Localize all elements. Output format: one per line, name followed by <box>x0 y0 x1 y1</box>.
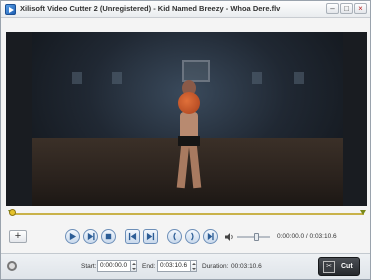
maximize-button[interactable]: □ <box>340 3 353 14</box>
cut-button-label: Cut <box>341 263 353 270</box>
start-label: Start: <box>81 263 97 270</box>
skip-icon <box>207 232 214 241</box>
cut-button[interactable]: ✂ Cut <box>318 257 360 276</box>
window-title: Xilisoft Video Cutter 2 (Unregistered) -… <box>20 4 281 13</box>
app-window: Xilisoft Video Cutter 2 (Unregistered) -… <box>0 0 371 280</box>
duration-label: Duration: <box>202 263 229 270</box>
volume-slider-thumb[interactable] <box>254 233 260 241</box>
next-frame-icon <box>146 232 155 241</box>
background-light <box>252 72 262 84</box>
set-start-icon <box>173 232 176 241</box>
play-icon <box>69 232 77 241</box>
basketball <box>178 92 200 114</box>
next-frame-button[interactable] <box>143 229 158 244</box>
subject-leg <box>188 143 202 189</box>
minimize-button[interactable]: – <box>326 3 339 14</box>
start-time-field[interactable]: 0:00:00.0 <box>97 260 131 272</box>
trim-bar: Start: 0:00:00.0 End: 0:03:10.6 Duration… <box>1 253 370 279</box>
start-marker[interactable] <box>8 209 16 218</box>
app-logo-icon <box>5 4 16 15</box>
add-segment-button[interactable]: + <box>9 230 27 243</box>
play-segment-icon <box>87 232 95 241</box>
video-frame <box>32 32 343 206</box>
time-readout: 0:00:00.0 / 0:03:10.6 <box>277 233 337 240</box>
end-label: End: <box>142 263 156 270</box>
stop-button[interactable] <box>101 229 116 244</box>
trim-timeline[interactable] <box>6 209 367 219</box>
settings-icon[interactable] <box>7 261 17 271</box>
video-preview[interactable] <box>6 32 367 206</box>
close-button[interactable]: × <box>354 3 367 14</box>
background-light <box>294 72 304 84</box>
stop-icon <box>105 233 112 240</box>
background-light <box>72 72 82 84</box>
skip-button[interactable] <box>203 229 218 244</box>
title-bar[interactable]: Xilisoft Video Cutter 2 (Unregistered) -… <box>1 1 370 18</box>
playback-controls: + 0:00:00.0 / 0:03:10.6 <box>1 225 370 249</box>
timeline-track[interactable] <box>10 213 364 215</box>
window-controls: – □ × <box>326 3 367 14</box>
end-marker[interactable] <box>360 210 367 218</box>
end-time-stepper[interactable] <box>191 260 197 272</box>
set-end-icon <box>191 232 194 241</box>
subject-leg <box>176 143 190 189</box>
play-button[interactable] <box>65 229 80 244</box>
background-light <box>112 72 122 84</box>
duration-value: 00:03:10.6 <box>231 263 262 270</box>
end-time-field[interactable]: 0:03:10.6 <box>157 260 191 272</box>
volume-icon[interactable] <box>225 233 234 241</box>
start-time-stepper[interactable] <box>131 260 137 272</box>
scissors-icon: ✂ <box>323 261 335 273</box>
video-subject <box>168 74 210 194</box>
previous-frame-button[interactable] <box>125 229 140 244</box>
subject-shorts <box>178 136 200 146</box>
previous-frame-icon <box>128 232 137 241</box>
play-segment-button[interactable] <box>83 229 98 244</box>
set-end-button[interactable] <box>185 229 200 244</box>
set-start-button[interactable] <box>167 229 182 244</box>
